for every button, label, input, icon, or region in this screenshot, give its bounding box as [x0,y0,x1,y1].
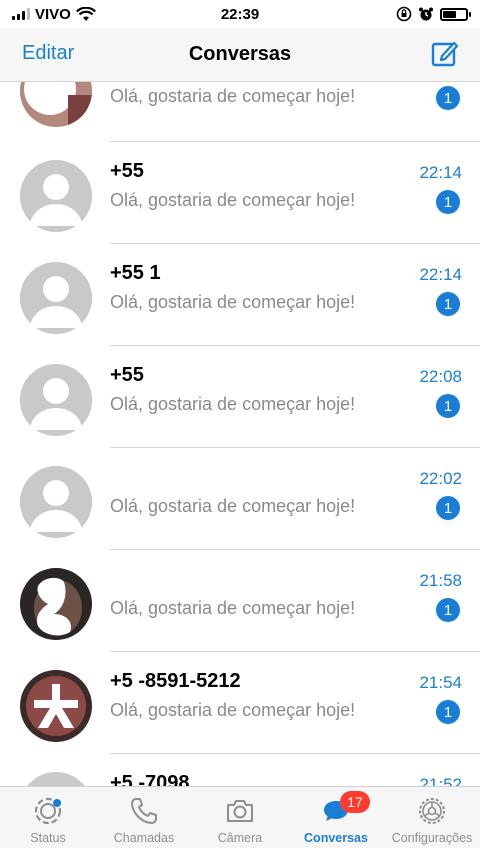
tab-settings[interactable]: Configurações [384,787,480,848]
chat-name: +55 1 [110,262,161,284]
chat-message: Olá, gostaria de começar hoje! [110,86,356,106]
page-title: Conversas [188,43,292,65]
chat-list[interactable]: Olá, gostaria de começar hoje! 1 +55 22:… [0,82,480,786]
gear-icon [419,798,445,824]
nav-bar: Editar Conversas [0,28,480,82]
avatar [20,772,92,786]
tab-label: Configurações [391,831,473,845]
tab-bar: Status Chamadas Câmera Conversas 17 Conf… [0,786,480,848]
unread-badge: 1 [436,292,460,316]
avatar [20,568,92,640]
chat-row[interactable]: +55 22:14 Olá, gostaria de começar hoje!… [0,142,480,244]
tab-label: Câmera [217,831,263,845]
chat-time: 22:02 [419,469,462,488]
edit-button[interactable]: Editar [22,42,74,65]
chat-name: +55 [110,160,144,182]
tab-camera[interactable]: Câmera [192,787,288,848]
chat-name: +55 [110,364,144,386]
unread-badge: 1 [436,598,460,622]
battery-icon [440,7,471,21]
chat-message: Olá, gostaria de começar hoje! [110,598,356,618]
tab-status[interactable]: Status [0,787,96,848]
tab-calls[interactable]: Chamadas [96,787,192,848]
unread-badge: 1 [436,86,460,110]
chat-time: 21:58 [419,571,462,590]
chats-count-badge: 17 [340,791,370,813]
chat-time: 21:52 [419,775,462,786]
status-icon [34,797,62,825]
avatar [20,670,92,742]
tab-label: Status [30,831,66,845]
chat-message: Olá, gostaria de começar hoje! [110,190,356,210]
chat-row[interactable]: +55 22:08 Olá, gostaria de começar hoje!… [0,346,480,448]
chat-row[interactable]: Olá, gostaria de começar hoje! 1 [0,82,480,142]
chat-row[interactable]: 22:02 Olá, gostaria de começar hoje! 1 [0,448,480,550]
chat-time: 22:14 [419,265,462,284]
unread-badge: 1 [436,394,460,418]
chat-message: Olá, gostaria de começar hoje! [110,496,356,516]
chat-message: Olá, gostaria de começar hoje! [110,700,356,720]
avatar [20,262,92,334]
chat-row[interactable]: +5 -8591-5212 21:54 Olá, gostaria de com… [0,652,480,754]
chat-row[interactable]: 21:58 Olá, gostaria de começar hoje! 1 [0,550,480,652]
avatar [20,466,92,538]
chat-name: +5 -8591-5212 [110,670,241,692]
chat-time: 22:08 [419,367,462,386]
unread-badge: 1 [436,700,460,724]
chat-message: Olá, gostaria de começar hoje! [110,292,356,312]
tab-chats[interactable]: Conversas 17 [288,787,384,848]
unread-badge: 1 [436,496,460,520]
unread-badge: 1 [436,190,460,214]
chat-time: 22:14 [419,163,462,182]
phone-icon [131,798,157,824]
tab-label: Conversas [304,831,368,845]
avatar [20,82,92,127]
compose-icon[interactable] [430,38,460,68]
chat-name: +5 -7098 [110,772,190,786]
camera-icon [227,800,253,822]
avatar [20,160,92,232]
chat-time: 21:54 [419,673,462,692]
status-bar: VIVO 22:39 [0,0,480,28]
avatar [20,364,92,436]
status-time: 22:39 [220,5,260,23]
chat-row[interactable]: +5 -7098 21:52 [0,754,480,786]
tab-label: Chamadas [113,831,175,845]
chat-row[interactable]: +55 1 22:14 Olá, gostaria de começar hoj… [0,244,480,346]
chat-message: Olá, gostaria de começar hoje! [110,394,356,414]
